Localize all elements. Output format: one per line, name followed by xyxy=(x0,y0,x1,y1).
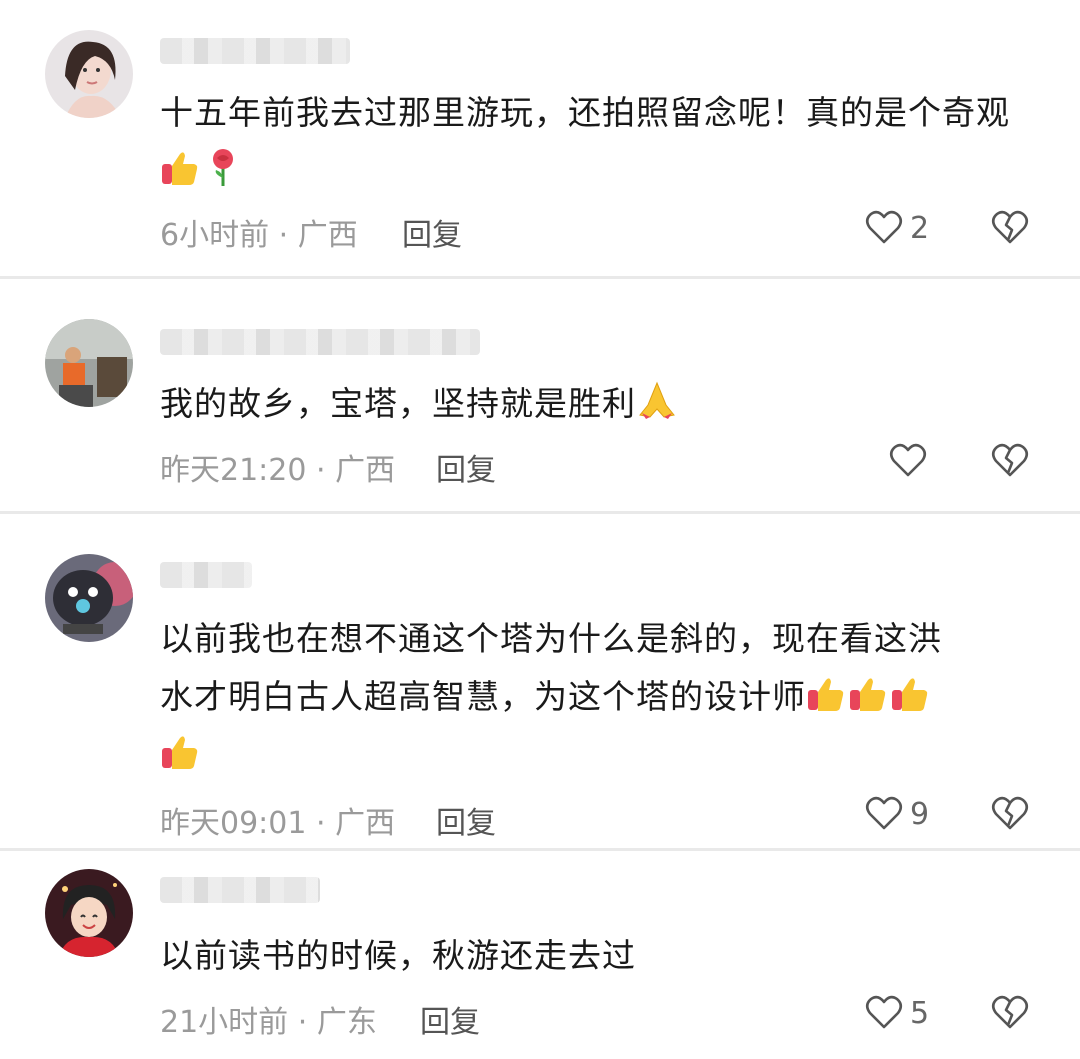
like-count: 2 xyxy=(910,210,930,246)
separator: · xyxy=(297,1005,308,1040)
folded-hands-emoji xyxy=(639,381,675,419)
comment-text: 以前读书的时候，秋游还走去过 xyxy=(160,936,636,975)
comment-text: 我的故乡，宝塔，坚持就是胜利 xyxy=(160,375,1010,433)
avatar[interactable] xyxy=(45,319,133,407)
heart-outline-icon xyxy=(865,210,903,244)
comment-2: 我的故乡，宝塔，坚持就是胜利 昨天21:20 · 广西 回复 xyxy=(0,279,1080,511)
like-button[interactable]: 9 xyxy=(864,794,929,834)
avatar-illustration-image xyxy=(45,869,133,957)
dislike-button[interactable] xyxy=(990,794,1030,834)
comment-time: 昨天09:01 xyxy=(160,806,307,841)
username-blurred[interactable] xyxy=(160,329,480,355)
thumbs-up-emoji xyxy=(162,736,198,769)
like-button[interactable]: 2 xyxy=(864,208,929,248)
broken-heart-icon xyxy=(991,443,1029,477)
comment-meta: 21小时前 · 广东 xyxy=(160,997,377,1041)
username-blurred[interactable] xyxy=(160,38,350,64)
like-count: 9 xyxy=(910,796,930,832)
avatar-man-image xyxy=(45,319,133,407)
heart-outline-icon xyxy=(889,443,927,477)
separator: · xyxy=(278,218,289,253)
thumbs-up-emoji xyxy=(892,678,928,711)
comment-time: 昨天21:20 xyxy=(160,453,307,488)
dislike-button[interactable] xyxy=(990,993,1030,1033)
avatar-cartoon-image xyxy=(45,554,133,642)
thumbs-up-emoji xyxy=(808,678,844,711)
reply-button[interactable]: 回复 xyxy=(420,997,480,1041)
like-count: 5 xyxy=(910,995,930,1031)
thumbs-up-emoji xyxy=(162,152,198,185)
reply-button[interactable]: 回复 xyxy=(436,798,496,842)
avatar-woman-image xyxy=(45,30,133,118)
broken-heart-icon xyxy=(991,796,1029,830)
comment-region: 广西 xyxy=(335,806,396,841)
comment-1: 十五年前我去过那里游玩，还拍照留念呢！真的是个奇观 6小时前 · 广西 回复 2 xyxy=(0,0,1080,276)
rose-emoji xyxy=(213,149,233,186)
comment-region: 广东 xyxy=(316,1005,377,1040)
comment-time: 6小时前 xyxy=(160,218,270,253)
reply-button[interactable]: 回复 xyxy=(402,210,462,254)
comment-text: 十五年前我去过那里游玩，还拍照留念呢！真的是个奇观 xyxy=(160,84,1010,200)
username-blurred[interactable] xyxy=(160,562,252,588)
comment-time: 21小时前 xyxy=(160,1005,289,1040)
like-button[interactable]: 5 xyxy=(864,993,929,1033)
avatar[interactable] xyxy=(45,869,133,957)
dislike-button[interactable] xyxy=(990,208,1030,248)
broken-heart-icon xyxy=(991,210,1029,244)
heart-outline-icon xyxy=(865,995,903,1029)
comment-meta: 6小时前 · 广西 xyxy=(160,210,358,254)
comment-4: 以前读书的时候，秋游还走去过 21小时前 · 广东 回复 5 xyxy=(0,851,1080,1059)
dislike-button[interactable] xyxy=(990,441,1030,481)
broken-heart-icon xyxy=(991,995,1029,1029)
like-button[interactable] xyxy=(888,441,934,481)
comment-text-line: 以前我也在想不通这个塔为什么是斜的，现在看这洪 xyxy=(160,619,942,658)
separator: · xyxy=(316,806,326,841)
comment-region: 广西 xyxy=(335,453,396,488)
thumbs-up-emoji xyxy=(850,678,886,711)
separator: · xyxy=(316,453,326,488)
heart-outline-icon xyxy=(865,796,903,830)
comment-meta: 昨天21:20 · 广西 xyxy=(160,445,395,489)
username-blurred[interactable] xyxy=(160,877,320,903)
comment-meta: 昨天09:01 · 广西 xyxy=(160,798,395,842)
comment-3: 以前我也在想不通这个塔为什么是斜的，现在看这洪 水才明白古人超高智慧，为这个塔的… xyxy=(0,514,1080,848)
comment-text: 以前我也在想不通这个塔为什么是斜的，现在看这洪 水才明白古人超高智慧，为这个塔的… xyxy=(160,610,1010,784)
avatar[interactable] xyxy=(45,554,133,642)
comment-text-line: 水才明白古人超高智慧，为这个塔的设计师 xyxy=(160,677,806,716)
comment-region: 广西 xyxy=(297,218,358,253)
avatar[interactable] xyxy=(45,30,133,118)
reply-button[interactable]: 回复 xyxy=(436,445,496,489)
